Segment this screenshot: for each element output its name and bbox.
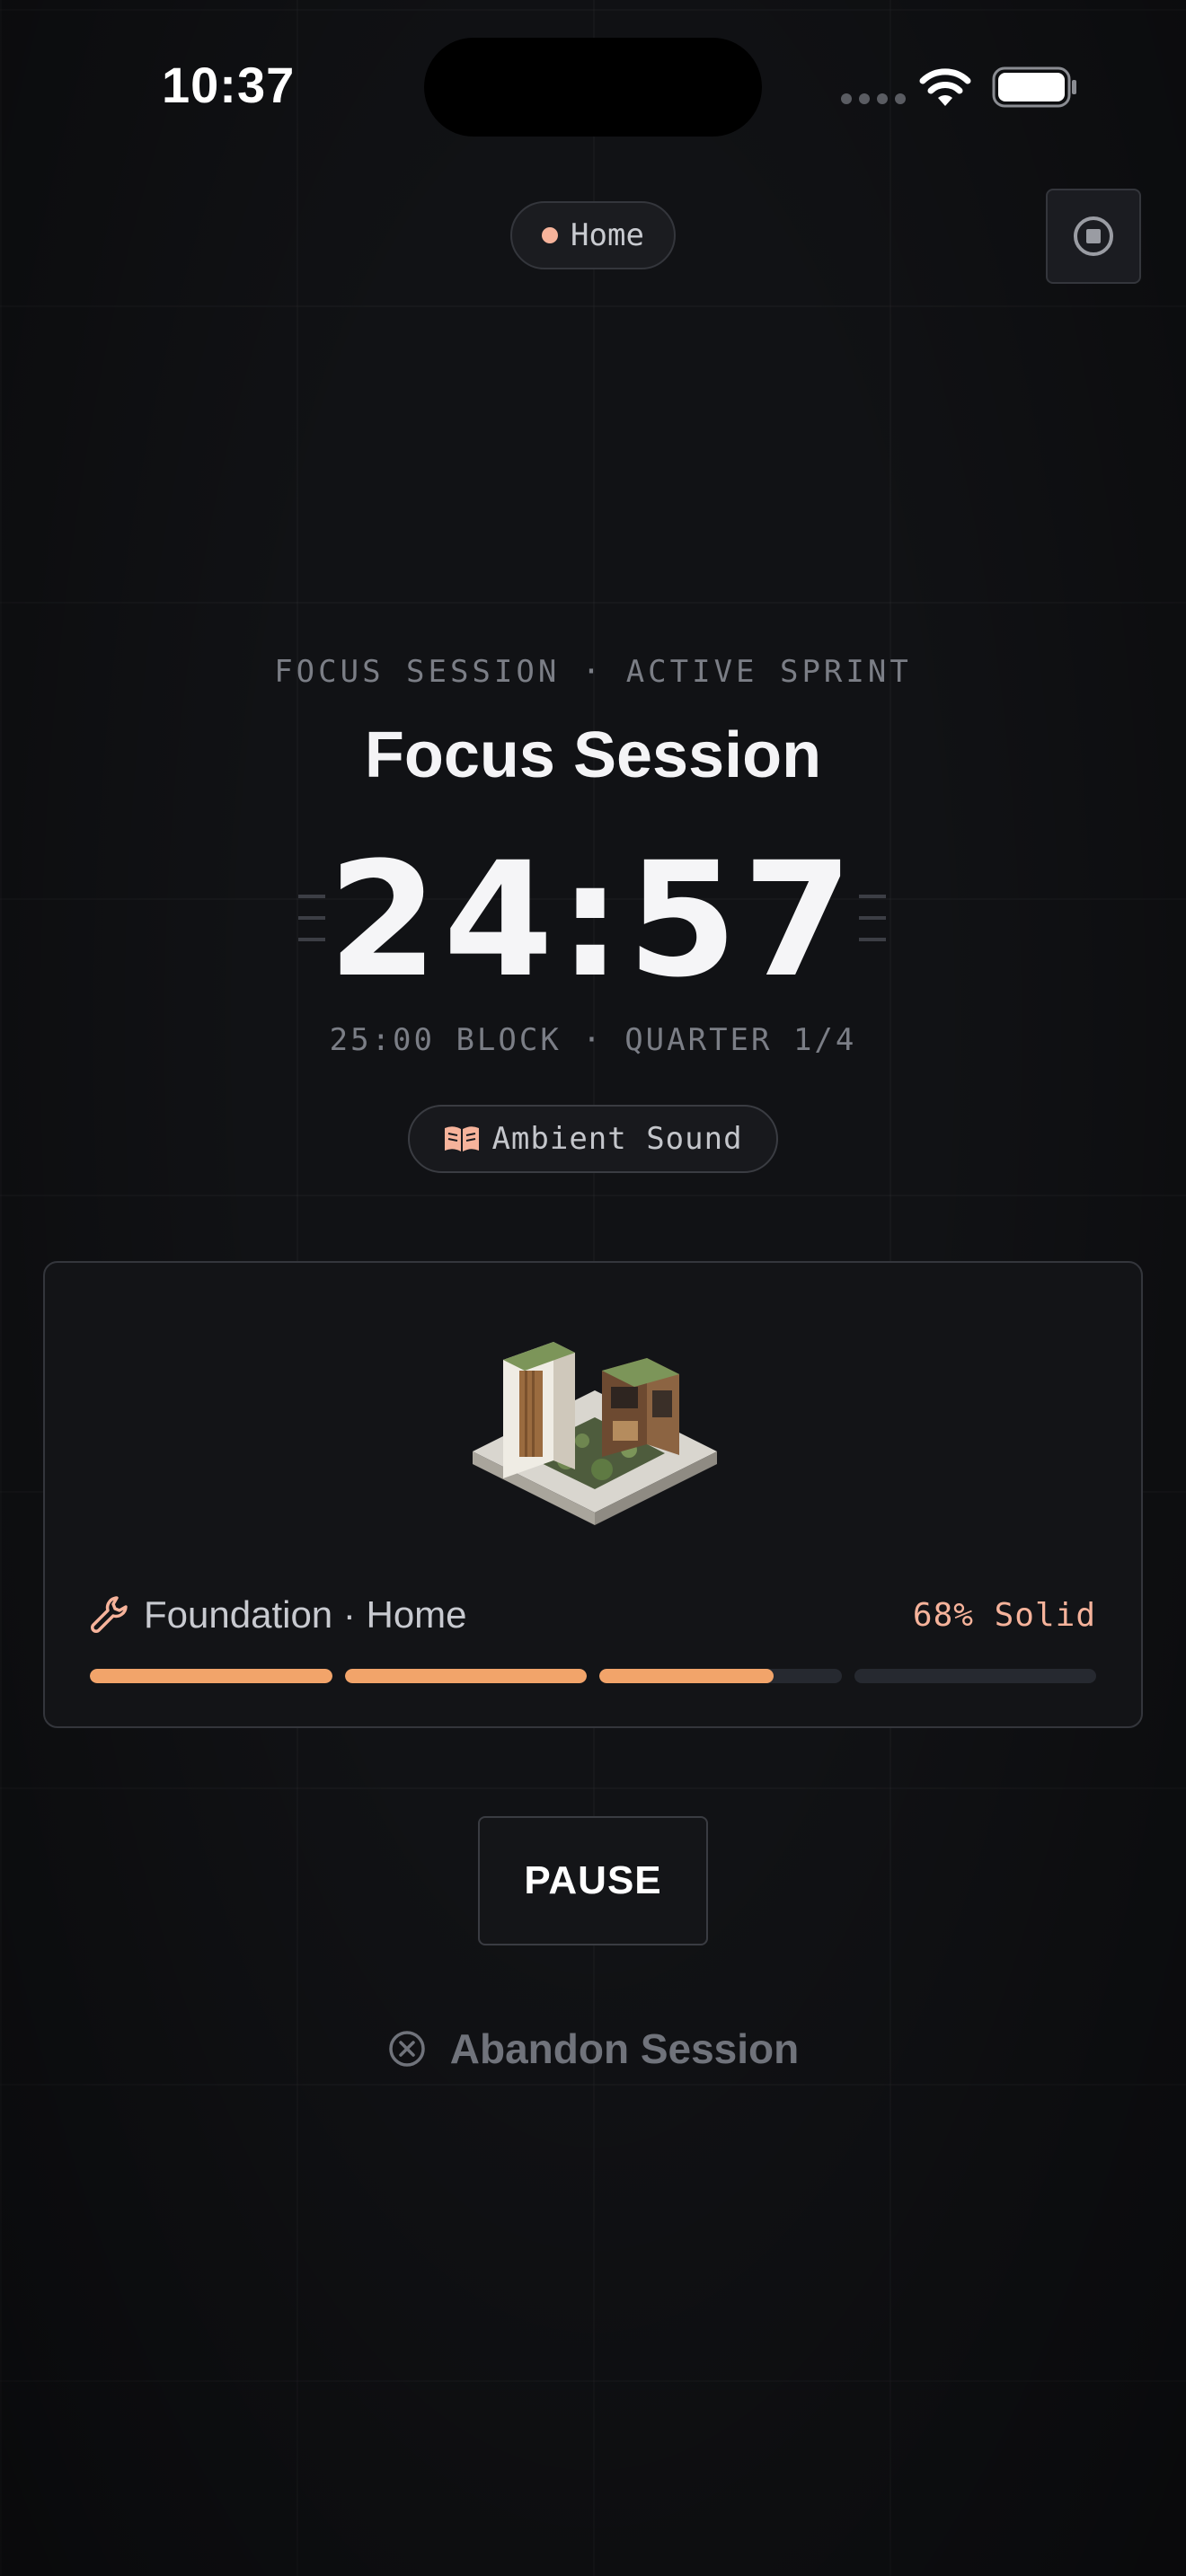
- progress-segment-fill: [90, 1669, 332, 1683]
- stop-session-button[interactable]: [1046, 189, 1141, 284]
- cellular-signal-icon: [841, 93, 906, 104]
- wrench-icon: [91, 1596, 128, 1633]
- project-card: Foundation · Home 68% Solid: [43, 1261, 1143, 1728]
- progress-segment: [854, 1669, 1096, 1683]
- stop-icon: [1074, 216, 1113, 256]
- countdown-timer: 24:57: [327, 828, 859, 1012]
- dynamic-island: [424, 38, 762, 137]
- pause-button[interactable]: PAUSE: [478, 1816, 708, 1945]
- close-circle-icon: [389, 2031, 425, 2067]
- session-kicker: FOCUS SESSION · ACTIVE SPRINT: [274, 654, 912, 690]
- location-label: Home: [571, 217, 644, 253]
- progress-segment-fill: [344, 1669, 587, 1683]
- building-illustration: [473, 1342, 717, 1525]
- location-status-dot: [542, 227, 559, 243]
- progress-segment: [344, 1669, 587, 1683]
- project-name: Foundation · Home: [144, 1593, 467, 1636]
- project-progress-label: 68% Solid: [912, 1597, 1096, 1634]
- session-title: Focus Session: [364, 719, 822, 791]
- battery-icon: [992, 66, 1076, 108]
- location-pill[interactable]: Home: [510, 201, 676, 269]
- progress-segment: [90, 1669, 332, 1683]
- ambient-sound-button[interactable]: Ambient Sound: [408, 1105, 778, 1173]
- block-info: 25:00 BLOCK · QUARTER 1/4: [329, 1022, 857, 1058]
- wifi-icon: [919, 68, 971, 106]
- right-tick-marks: [859, 895, 886, 941]
- progress-segment-fill: [599, 1669, 774, 1683]
- abandon-session-button[interactable]: Abandon Session: [0, 2025, 1186, 2073]
- progress-segments: [90, 1669, 1096, 1683]
- abandon-session-label: Abandon Session: [449, 2025, 800, 2072]
- ambient-sound-label: Ambient Sound: [491, 1121, 743, 1157]
- progress-segment: [599, 1669, 842, 1683]
- status-time: 10:37: [162, 57, 296, 113]
- project-name-row: Foundation · Home: [90, 1593, 467, 1636]
- book-icon: [445, 1126, 480, 1151]
